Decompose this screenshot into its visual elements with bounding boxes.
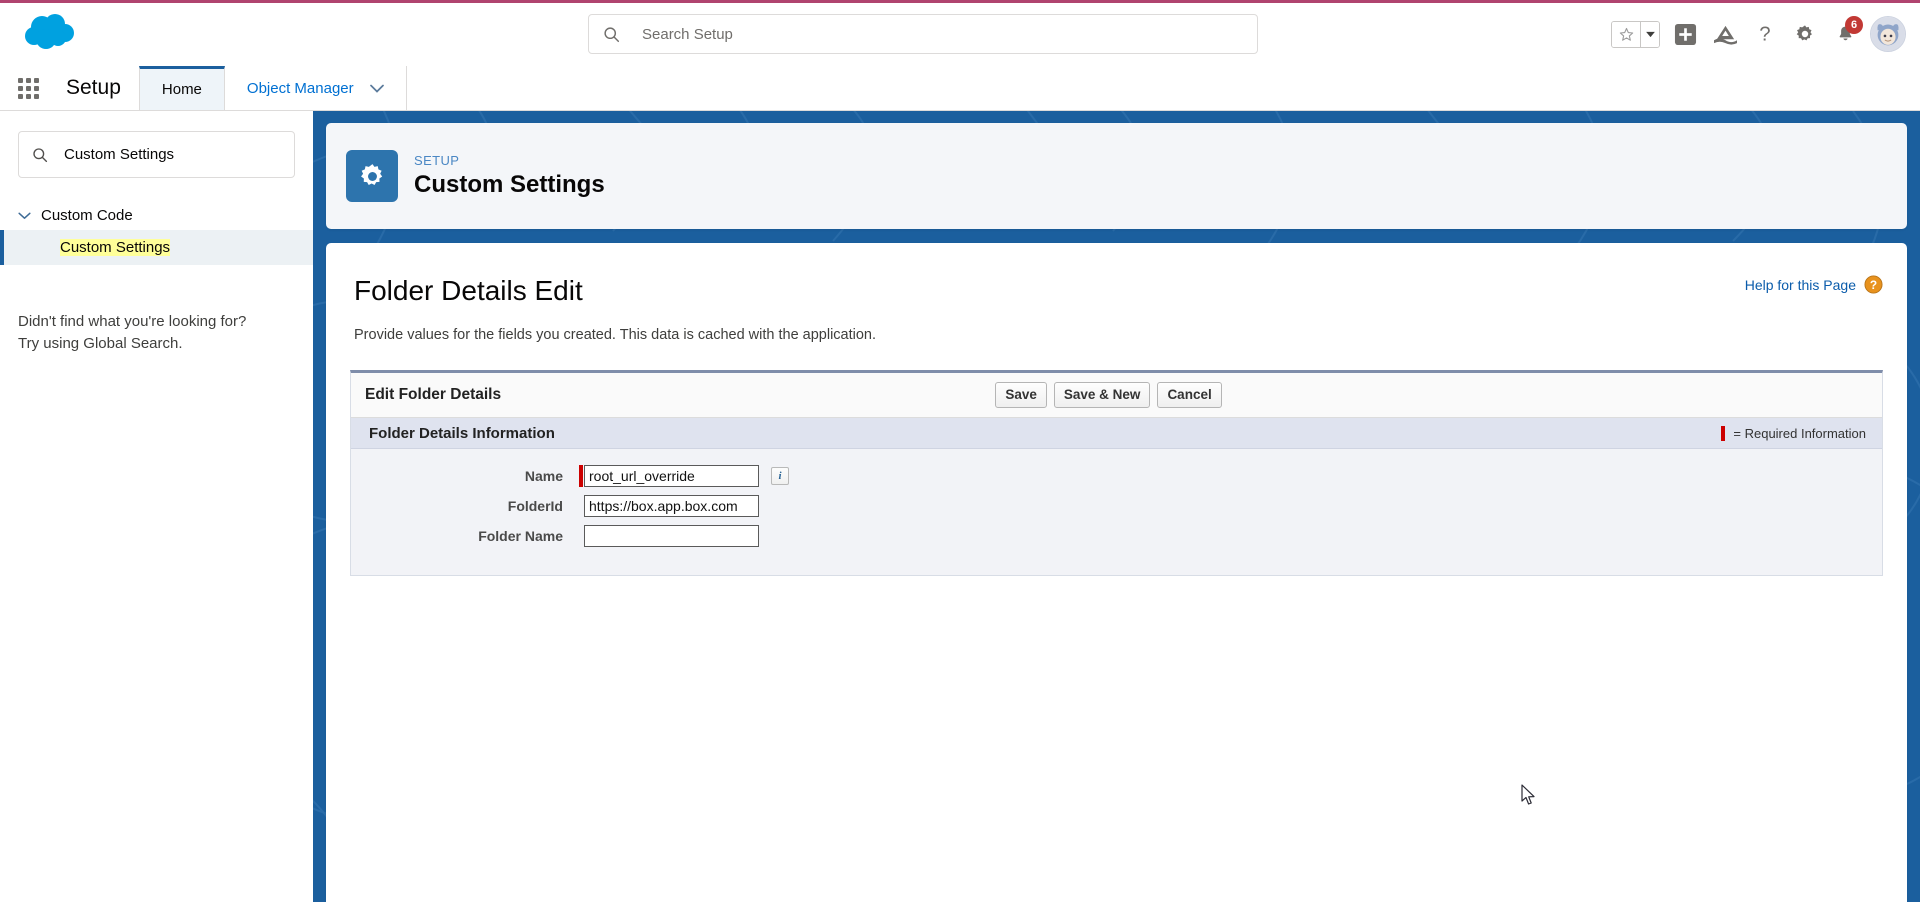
search-box[interactable]	[588, 14, 1258, 54]
form-row-name: Name i	[351, 465, 1882, 487]
question-circle-icon: ?	[1864, 275, 1883, 294]
favorites-dropdown[interactable]	[1641, 21, 1659, 47]
name-field-label: Name	[524, 468, 563, 484]
help-link-label: Help for this Page	[1744, 276, 1856, 293]
save-button[interactable]: Save	[995, 381, 1047, 409]
chevron-down-icon	[18, 212, 31, 220]
page-title: Custom Settings	[414, 171, 605, 198]
chevron-down-icon	[369, 80, 384, 97]
required-marker-placeholder	[579, 495, 583, 517]
main-region: SETUP Custom Settings Help for this Page…	[313, 111, 1920, 902]
setup-tree: Custom Code Custom Settings	[0, 201, 313, 265]
search-icon	[32, 147, 48, 163]
tab-object-manager[interactable]: Object Manager	[225, 66, 407, 110]
folder-id-field-label: FolderId	[507, 498, 563, 514]
folder-id-field[interactable]	[584, 495, 759, 517]
required-information-legend: = Required Information	[1721, 425, 1866, 441]
required-marker-icon	[1721, 425, 1726, 441]
info-icon[interactable]: i	[771, 467, 789, 485]
global-create-button[interactable]	[1670, 19, 1700, 49]
page-header-eyebrow: SETUP	[414, 153, 460, 168]
search-icon	[603, 26, 620, 43]
nav-tabs: Home Object Manager	[138, 66, 407, 110]
svg-text:?: ?	[1759, 23, 1770, 45]
folder-name-field-wrap	[579, 525, 759, 547]
global-search[interactable]	[588, 14, 1258, 54]
name-field[interactable]	[584, 465, 759, 487]
save-and-new-button[interactable]: Save & New	[1053, 381, 1151, 409]
form-toolbar: Edit Folder Details Save Save & New Canc…	[351, 373, 1882, 418]
quick-find-box[interactable]	[18, 131, 295, 178]
bell-wrap: 6	[1830, 16, 1863, 50]
setup-sidebar: Custom Code Custom Settings Didn't find …	[0, 111, 313, 902]
user-avatar[interactable]	[1870, 16, 1906, 52]
setup-gear-button[interactable]	[1790, 19, 1820, 49]
content-description: Provide values for the fields you create…	[354, 327, 877, 343]
required-marker-placeholder	[579, 525, 583, 547]
name-field-wrap: i	[579, 465, 789, 487]
page-header-card: SETUP Custom Settings	[326, 123, 1907, 229]
folder-name-field-label: Folder Name	[478, 528, 563, 544]
search-input[interactable]	[640, 24, 1257, 44]
star-icon	[1619, 27, 1633, 41]
page-header-text: SETUP Custom Settings	[414, 153, 605, 199]
tree-branch-label: Custom Code	[41, 207, 133, 224]
required-marker-icon	[579, 465, 583, 487]
required-legend-label: = Required Information	[1733, 425, 1866, 441]
tab-home[interactable]: Home	[138, 66, 225, 110]
folder-id-field-wrap	[579, 495, 759, 517]
salesforce-cloud-logo[interactable]	[20, 11, 84, 57]
global-header: ? 6	[0, 0, 1920, 66]
quick-find-input[interactable]	[62, 145, 294, 164]
mountain-icon	[1713, 25, 1737, 45]
plus-square-icon	[1674, 23, 1696, 45]
setup-nav-bar: Setup Home Object Manager	[0, 66, 1920, 111]
sidebar-item-label: Custom Settings	[60, 239, 171, 256]
sidebar-item-custom-settings[interactable]: Custom Settings	[0, 230, 313, 265]
favorites-group[interactable]	[1611, 20, 1660, 48]
notifications-button[interactable]: 6	[1830, 16, 1863, 50]
body: Custom Code Custom Settings Didn't find …	[0, 111, 1920, 902]
chevron-down-icon	[1645, 31, 1655, 37]
form-section-header: Folder Details Information = Required In…	[351, 418, 1882, 449]
gear-icon	[346, 150, 398, 202]
gear-icon	[1796, 25, 1812, 41]
content-title: Folder Details Edit	[354, 275, 583, 306]
tab-home-label: Home	[161, 81, 202, 98]
form-section-title: Folder Details Information	[369, 424, 555, 442]
help-button[interactable]: ?	[1750, 19, 1780, 49]
sidebar-hint-line2: Try using Global Search.	[18, 334, 183, 352]
edit-folder-details-form: Edit Folder Details Save Save & New Canc…	[350, 370, 1883, 576]
form-toolbar-title: Edit Folder Details	[365, 386, 502, 403]
form-action-buttons: Save Save & New Cancel	[995, 381, 1222, 409]
app-launcher-button[interactable]	[0, 66, 56, 110]
avatar-icon	[1871, 17, 1905, 51]
header-actions: ? 6	[1611, 11, 1906, 57]
cancel-button[interactable]: Cancel	[1157, 381, 1222, 409]
form-row-folder-id: FolderId	[351, 495, 1882, 517]
tab-object-manager-label: Object Manager	[246, 79, 354, 97]
form-row-folder-name: Folder Name	[351, 525, 1882, 547]
app-name-label: Setup	[66, 76, 121, 99]
form-fields: Name i FolderId	[351, 449, 1882, 575]
notification-badge: 6	[1845, 16, 1863, 34]
content-card: Help for this Page ? Folder Details Edit…	[326, 243, 1907, 902]
help-for-this-page-link[interactable]: Help for this Page ?	[1745, 275, 1883, 294]
question-mark-icon: ?	[1759, 23, 1770, 45]
sidebar-hint-line1: Didn't find what you're looking for?	[18, 313, 247, 330]
folder-name-field[interactable]	[584, 525, 759, 547]
trailhead-button[interactable]	[1710, 19, 1740, 49]
sidebar-hint: Didn't find what you're looking for? Try…	[18, 311, 295, 355]
app-launcher-waffle-icon	[17, 77, 39, 99]
tree-branch-custom-code[interactable]: Custom Code	[0, 201, 313, 230]
svg-text:?: ?	[1870, 278, 1877, 292]
favorites-star[interactable]	[1612, 21, 1641, 47]
